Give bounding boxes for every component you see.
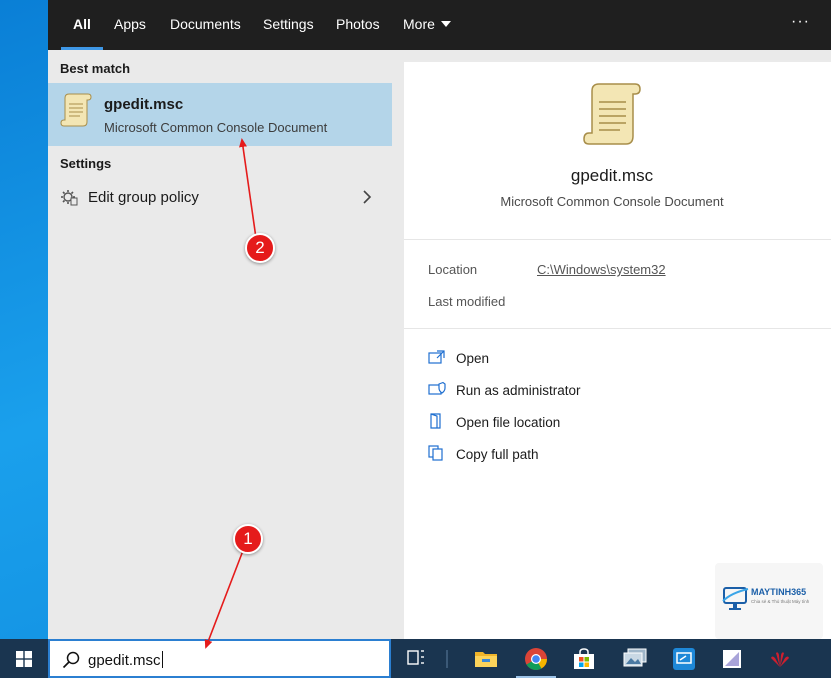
location-label: Location [428,262,478,277]
settings-item-edit-group-policy[interactable]: Edit group policy [48,181,392,213]
tab-photos[interactable]: Photos [336,0,380,50]
annotation-badge-1: 1 [233,524,263,554]
action-label: Copy full path [456,447,539,462]
tab-all[interactable]: All [61,0,103,50]
tab-documents[interactable]: Documents [170,0,241,50]
task-view-icon [407,650,424,665]
action-label: Open [456,351,490,366]
best-match-title: gpedit.msc [104,96,184,113]
chrome-button[interactable] [512,639,560,678]
location-link[interactable]: C:\Windows\system32 [537,262,666,277]
console-document-large-icon [582,82,642,151]
details-subtitle: Microsoft Common Console Document [500,194,724,209]
chrome-icon [525,648,547,670]
tab-more-label: More [403,16,435,32]
best-match-heading: Best match [60,61,131,76]
sticky-notes-icon [723,650,741,668]
tab-apps[interactable]: Apps [114,0,146,50]
remote-desktop-button[interactable] [660,639,708,678]
details-title: gpedit.msc [570,166,654,185]
huawei-app-button[interactable] [756,639,804,678]
details-pane: gpedit.msc Microsoft Common Console Docu… [404,62,831,639]
taskbar-search-box[interactable]: gpedit.msc [48,639,391,678]
results-list: Best match gpedit.msc Microsoft Common C… [48,50,392,639]
windows-logo-icon [16,651,32,667]
open-icon [428,349,446,370]
search-input[interactable]: gpedit.msc [88,651,163,669]
best-match-subtitle: Microsoft Common Console Document [104,120,328,135]
start-button[interactable] [0,639,48,678]
tab-settings[interactable]: Settings [263,0,314,50]
watermark-logo: MAYTINH365 Chia sẻ & Thủ thuật Máy tính [715,563,823,639]
remote-desktop-icon [673,648,695,670]
search-icon [62,651,80,669]
divider [404,328,831,329]
action-label: Run as administrator [456,383,581,398]
annotation-badge-2: 2 [245,233,275,263]
photos-viewer-button[interactable] [610,639,658,678]
console-document-icon [60,93,92,132]
watermark-tagline: Chia sẻ & Thủ thuật Máy tính [751,599,810,604]
monitor-logo-icon [722,587,749,610]
group-policy-icon [60,188,78,211]
huawei-icon [771,652,789,667]
search-query: gpedit.msc [88,652,161,669]
settings-heading: Settings [60,156,112,171]
caret-down-icon [440,21,451,27]
search-tab-bar: All Apps Documents Settings Photos More … [48,0,831,50]
more-options-button[interactable]: ··· [791,0,810,50]
copy-icon [428,445,446,466]
task-view-button[interactable] [393,639,441,678]
taskbar-divider [446,650,448,668]
shield-icon [428,381,446,402]
taskbar: gpedit.msc [0,639,831,678]
folder-location-icon [428,413,446,434]
pinned-app-button[interactable] [708,639,756,678]
settings-item-label: Edit group policy [88,189,199,206]
best-match-item[interactable]: gpedit.msc Microsoft Common Console Docu… [48,83,392,146]
divider [404,239,831,240]
store-button[interactable] [560,639,608,678]
text-cursor [161,651,163,668]
chevron-right-icon[interactable] [362,189,372,210]
last-modified-label: Last modified [428,294,506,309]
photos-icon [623,648,647,667]
file-explorer-icon [475,652,497,667]
action-label: Open file location [456,415,561,430]
tab-more[interactable]: More [403,0,451,50]
search-panel: All Apps Documents Settings Photos More … [48,0,831,639]
watermark-brand: MAYTINH365 [751,587,807,597]
file-explorer-button[interactable] [462,639,510,678]
store-icon [574,648,594,669]
